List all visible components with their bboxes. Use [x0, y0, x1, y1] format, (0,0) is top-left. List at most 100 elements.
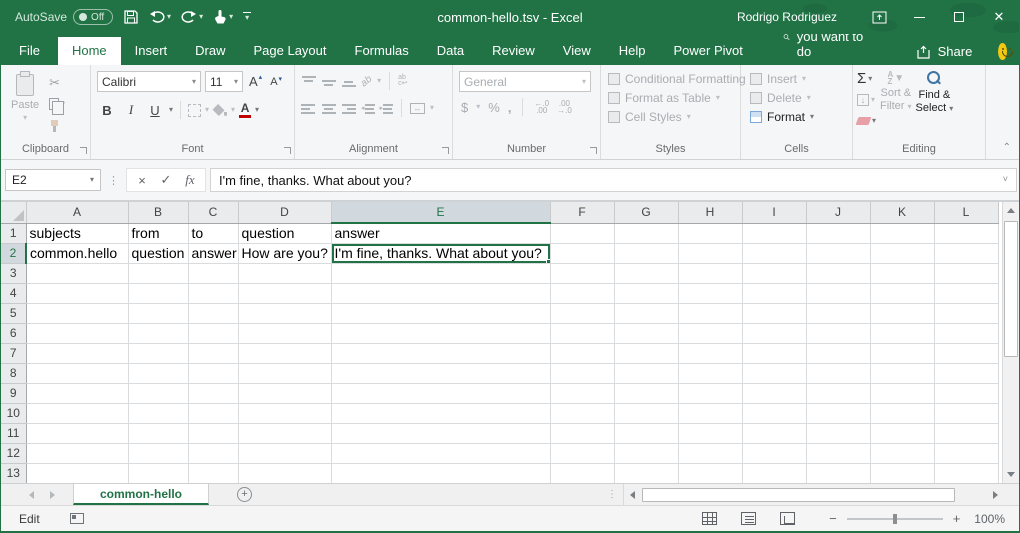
find-select-button[interactable]: Find & Select ▾ [916, 71, 954, 129]
enter-button[interactable]: ✓ [155, 170, 177, 190]
cell-K8[interactable] [870, 363, 934, 383]
font-dialog-launcher[interactable] [284, 147, 291, 154]
cell-H9[interactable] [678, 383, 742, 403]
column-header-D[interactable]: D [238, 202, 331, 223]
cell-L7[interactable] [934, 343, 998, 363]
cell-D11[interactable] [238, 423, 331, 443]
cell-J12[interactable] [806, 443, 870, 463]
delete-cells-button[interactable]: Delete ▾ [741, 88, 852, 107]
ribbon-tab-review[interactable]: Review [478, 37, 549, 65]
cell-F2[interactable] [550, 243, 614, 263]
cell-styles-button[interactable]: Cell Styles ▾ [601, 107, 740, 126]
cell-J13[interactable] [806, 463, 870, 483]
format-cells-button[interactable]: Format ▾ [741, 107, 852, 126]
cell-A10[interactable] [26, 403, 128, 423]
autosum-button[interactable]: Σ ▾ [857, 70, 876, 87]
percent-style-button[interactable]: % [488, 100, 500, 115]
tab-scrollbar-splitter[interactable]: ⋮ [601, 484, 623, 505]
font-name-combo[interactable]: Calibri ▾ [97, 71, 201, 92]
cell-A6[interactable] [26, 323, 128, 343]
row-header-10[interactable]: 10 [1, 403, 26, 423]
formula-bar-resize-handle[interactable]: ⋮ [105, 174, 122, 187]
cell-K10[interactable] [870, 403, 934, 423]
cell-K6[interactable] [870, 323, 934, 343]
undo-dropdown-caret[interactable]: ▾ [167, 13, 171, 21]
align-top-button[interactable] [301, 76, 316, 87]
cell-A11[interactable] [26, 423, 128, 443]
cell-J9[interactable] [806, 383, 870, 403]
cell-K5[interactable] [870, 303, 934, 323]
sheet-tab-common-hello[interactable]: common-hello [73, 484, 209, 505]
cell-H10[interactable] [678, 403, 742, 423]
cell-G7[interactable] [614, 343, 678, 363]
cell-L2[interactable] [934, 243, 998, 263]
cell-K13[interactable] [870, 463, 934, 483]
cell-I13[interactable] [742, 463, 806, 483]
paste-button[interactable]: Paste ▾ [7, 71, 43, 134]
cell-A9[interactable] [26, 383, 128, 403]
cell-E6[interactable] [331, 323, 550, 343]
next-sheet-button[interactable] [50, 491, 55, 499]
cell-F3[interactable] [550, 263, 614, 283]
cell-J4[interactable] [806, 283, 870, 303]
fill-color-caret[interactable]: ▾ [231, 106, 235, 114]
cell-B13[interactable] [128, 463, 188, 483]
cell-I4[interactable] [742, 283, 806, 303]
cell-D8[interactable] [238, 363, 331, 383]
cell-H11[interactable] [678, 423, 742, 443]
cell-B7[interactable] [128, 343, 188, 363]
cell-G2[interactable] [614, 243, 678, 263]
collapse-ribbon-chevron[interactable]: ⌃ [1003, 142, 1011, 153]
ribbon-display-options-button[interactable] [859, 0, 899, 34]
cell-H12[interactable] [678, 443, 742, 463]
cell-J8[interactable] [806, 363, 870, 383]
column-header-C[interactable]: C [188, 202, 238, 223]
cell-L8[interactable] [934, 363, 998, 383]
cell-B9[interactable] [128, 383, 188, 403]
touch-mode-caret[interactable]: ▾ [229, 13, 233, 21]
decrease-indent-button[interactable]: ◂ [361, 103, 375, 114]
cell-L9[interactable] [934, 383, 998, 403]
scroll-left-button[interactable] [624, 484, 640, 505]
cell-B4[interactable] [128, 283, 188, 303]
cell-E10[interactable] [331, 403, 550, 423]
cell-I10[interactable] [742, 403, 806, 423]
column-header-F[interactable]: F [550, 202, 614, 223]
cell-H13[interactable] [678, 463, 742, 483]
row-header-12[interactable]: 12 [1, 443, 26, 463]
cell-L13[interactable] [934, 463, 998, 483]
row-header-4[interactable]: 4 [1, 283, 26, 303]
cell-H4[interactable] [678, 283, 742, 303]
cell-G1[interactable] [614, 223, 678, 243]
select-all-corner[interactable] [1, 202, 26, 223]
cell-F8[interactable] [550, 363, 614, 383]
column-header-A[interactable]: A [26, 202, 128, 223]
cell-K9[interactable] [870, 383, 934, 403]
cell-C3[interactable] [188, 263, 238, 283]
cell-I8[interactable] [742, 363, 806, 383]
decrease-decimal-button[interactable]: .00 →.0 [557, 100, 572, 114]
fill-color-icon[interactable] [213, 104, 227, 116]
cut-button[interactable]: ✂ [49, 74, 65, 90]
merge-center-button[interactable]: ↔ [410, 103, 425, 114]
cell-K1[interactable] [870, 223, 934, 243]
wrap-text-button[interactable]: abc↩ [398, 75, 407, 87]
ribbon-tab-file[interactable]: File [1, 37, 58, 65]
cell-A7[interactable] [26, 343, 128, 363]
cell-B2[interactable]: question [128, 243, 188, 263]
cell-J2[interactable] [806, 243, 870, 263]
cell-L5[interactable] [934, 303, 998, 323]
cell-I9[interactable] [742, 383, 806, 403]
cell-E8[interactable] [331, 363, 550, 383]
cell-F7[interactable] [550, 343, 614, 363]
cell-D2[interactable]: How are you? [238, 243, 331, 263]
cell-E12[interactable] [331, 443, 550, 463]
feedback-smiley-icon[interactable] [998, 43, 1007, 60]
ribbon-tab-help[interactable]: Help [605, 37, 660, 65]
cell-E9[interactable] [331, 383, 550, 403]
cell-L4[interactable] [934, 283, 998, 303]
cell-K12[interactable] [870, 443, 934, 463]
row-header-5[interactable]: 5 [1, 303, 26, 323]
normal-view-button[interactable] [702, 512, 717, 525]
format-as-table-button[interactable]: Format as Table ▾ [601, 88, 740, 107]
